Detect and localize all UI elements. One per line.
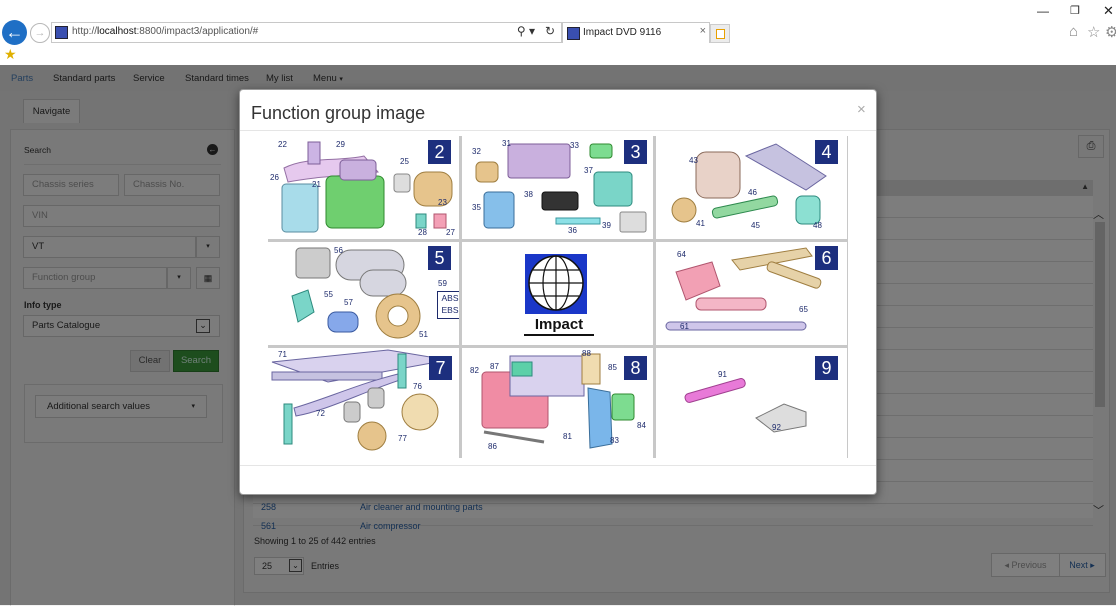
browser-tab[interactable]: Impact DVD 9116 × — [562, 22, 710, 43]
part-number: 85 — [608, 363, 617, 372]
new-tab-button[interactable] — [710, 24, 730, 43]
function-group-image: 22 29 25 26 21 23 28 27 2 31 33 32 37 35… — [268, 136, 848, 458]
part-number: 29 — [336, 140, 345, 149]
minimize-icon[interactable]: — — [1037, 4, 1049, 18]
part-number: 82 — [470, 366, 479, 375]
part-number: 36 — [568, 226, 577, 235]
restore-icon[interactable]: ❐ — [1070, 4, 1080, 17]
star-icon[interactable]: ☆ — [1087, 23, 1100, 41]
part-number: 27 — [446, 228, 455, 237]
part-number: 45 — [751, 221, 760, 230]
part-number: 32 — [472, 147, 481, 156]
part-number: 86 — [488, 442, 497, 451]
function-group-4[interactable]: 43 46 41 45 48 4 — [656, 136, 847, 239]
refresh-icon[interactable]: ↻ — [545, 24, 555, 38]
impact-logo-text: Impact — [524, 316, 594, 336]
part-number: 77 — [398, 434, 407, 443]
group-number-badge: 5 — [428, 246, 451, 270]
part-number: 91 — [718, 370, 727, 379]
ebs-label: EBS — [441, 305, 459, 315]
divider — [240, 130, 876, 131]
group-number-badge: 7 — [429, 356, 452, 380]
function-group-5[interactable]: 56 59 55 57 51 ABS EBS 5 — [268, 242, 459, 345]
browser-chrome: ← → http://localhost:8800/impact3/applic… — [0, 0, 1116, 66]
forward-arrow-icon[interactable]: → — [30, 23, 50, 43]
part-number: 48 — [813, 221, 822, 230]
function-group-2[interactable]: 22 29 25 26 21 23 28 27 2 — [268, 136, 459, 239]
part-number: 71 — [278, 350, 287, 359]
part-number: 55 — [324, 290, 333, 299]
group-number-badge: 3 — [624, 140, 647, 164]
part-number: 46 — [748, 188, 757, 197]
favorites-icon[interactable]: ★ — [4, 46, 17, 63]
part-number: 38 — [524, 190, 533, 199]
part-number: 84 — [637, 421, 646, 430]
part-number: 25 — [400, 157, 409, 166]
close-icon[interactable]: ✕ — [1103, 3, 1114, 19]
function-group-3[interactable]: 31 33 32 37 35 38 39 36 3 — [462, 136, 653, 239]
modal-title: Function group image — [251, 103, 426, 123]
tab-title: Impact DVD 9116 — [583, 27, 662, 38]
part-number: 61 — [680, 322, 689, 331]
impact-logo-cell: Impact — [462, 242, 653, 345]
abs-label: ABS — [441, 293, 459, 303]
part-number: 35 — [472, 203, 481, 212]
part-number: 31 — [502, 139, 511, 148]
part-number: 57 — [344, 298, 353, 307]
part-number: 43 — [689, 156, 698, 165]
part-number: 92 — [772, 423, 781, 432]
function-group-7[interactable]: 71 76 72 77 7 — [268, 348, 459, 458]
part-number: 26 — [270, 173, 279, 182]
home-icon[interactable]: ⌂ — [1069, 23, 1078, 40]
close-icon[interactable]: × — [700, 25, 706, 37]
back-arrow-icon[interactable]: ← — [2, 20, 27, 45]
part-number: 76 — [413, 382, 422, 391]
part-number: 37 — [584, 166, 593, 175]
page-icon — [55, 26, 68, 39]
part-number: 81 — [563, 432, 572, 441]
part-number: 65 — [799, 305, 808, 314]
part-number: 22 — [278, 140, 287, 149]
part-number: 33 — [570, 141, 579, 150]
part-number: 39 — [602, 221, 611, 230]
part-number: 51 — [419, 330, 428, 339]
part-number: 21 — [312, 180, 321, 189]
function-group-6[interactable]: 64 61 65 6 — [656, 242, 847, 345]
part-number: 72 — [316, 409, 325, 418]
group-number-badge: 9 — [815, 356, 838, 380]
function-group-modal: Function group image × 22 29 25 26 21 23… — [239, 89, 877, 495]
page-icon — [567, 27, 580, 40]
abs-ebs-label: ABS EBS — [437, 291, 459, 319]
part-number: 56 — [334, 246, 343, 255]
address-bar[interactable]: http://localhost:8800/impact3/applicatio… — [51, 22, 562, 43]
divider — [240, 465, 876, 466]
part-number: 23 — [438, 198, 447, 207]
close-icon[interactable]: × — [857, 101, 866, 118]
part-number: 28 — [418, 228, 427, 237]
part-number: 87 — [490, 362, 499, 371]
part-number: 64 — [677, 250, 686, 259]
part-number: 41 — [696, 219, 705, 228]
part-number: 83 — [610, 436, 619, 445]
group-number-badge: 6 — [815, 246, 838, 270]
function-group-9[interactable]: 91 92 9 — [656, 348, 847, 458]
search-icon[interactable]: ⚲ ▾ — [517, 24, 535, 38]
url-text[interactable]: http://localhost:8800/impact3/applicatio… — [72, 26, 258, 37]
group-number-badge: 4 — [815, 140, 838, 164]
function-group-8[interactable]: 82 87 88 85 84 81 83 86 8 — [462, 348, 653, 458]
gear-icon[interactable]: ⚙ — [1105, 23, 1116, 41]
group-number-badge: 8 — [624, 356, 647, 380]
part-number: 59 — [438, 279, 447, 288]
group-number-badge: 2 — [428, 140, 451, 164]
part-number: 88 — [582, 349, 591, 358]
